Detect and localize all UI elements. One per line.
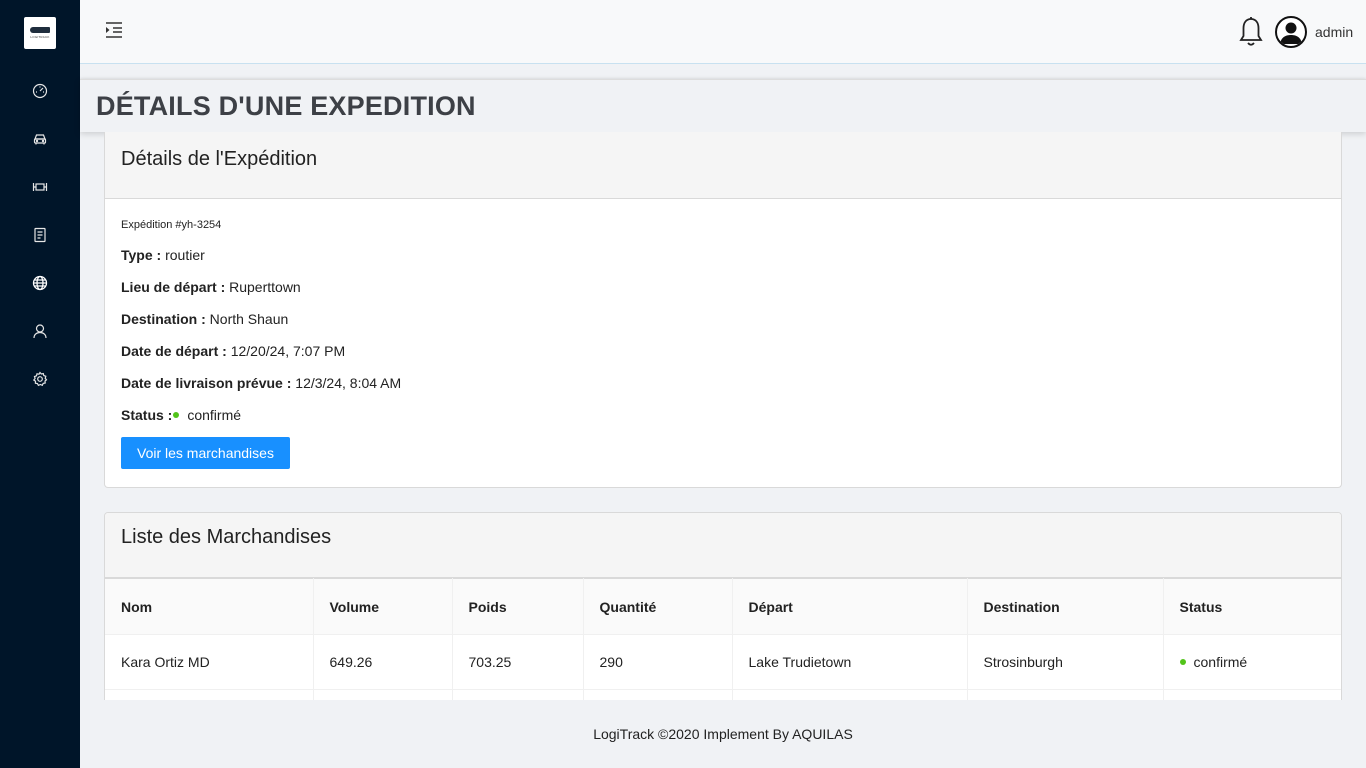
card-title: Liste des Marchandises xyxy=(121,526,332,548)
goods-table: Nom Volume Poids Quantité Départ Destina… xyxy=(105,578,1341,700)
column-header[interactable]: Poids xyxy=(452,578,584,635)
departure-date-label: Date de départ : xyxy=(121,343,227,359)
sidebar-item-expeditions[interactable] xyxy=(24,267,56,299)
delivery-date-label: Date de livraison prévue : xyxy=(121,375,292,391)
column-header[interactable]: Départ xyxy=(732,578,968,635)
type-label: Type : xyxy=(121,247,162,263)
user-avatar-icon xyxy=(1280,22,1302,44)
settings-icon xyxy=(32,371,48,387)
sidebar-item-containers[interactable] xyxy=(24,171,56,203)
table-cell-status: confirmé xyxy=(1163,634,1341,690)
sidebar-item-users[interactable] xyxy=(24,315,56,347)
sidebar-item-settings[interactable] xyxy=(24,363,56,395)
sidebar-item-vehicles[interactable] xyxy=(24,123,56,155)
table-cell: Kara Ortiz MD xyxy=(105,634,314,690)
goods-list-card: Liste des Marchandises Nom Volume Poids … xyxy=(104,512,1342,700)
container-icon xyxy=(32,183,48,191)
table-cell: 290 xyxy=(583,634,733,690)
type-field: Type : routier xyxy=(121,239,1325,271)
departure-label: Lieu de départ : xyxy=(121,279,226,295)
column-header[interactable]: Status xyxy=(1163,578,1341,635)
status-dot xyxy=(173,412,180,419)
status-label: Status : xyxy=(121,407,173,423)
table-row[interactable]: Kara Ortiz MD 649.26 703.25 290 Lake Tru… xyxy=(105,634,1341,690)
sidebar-item-documents[interactable] xyxy=(24,219,56,251)
card-header: Détails de l'Expédition xyxy=(105,132,1341,199)
table-cell: Strosinburgh xyxy=(967,634,1164,690)
table-cell: 649.26 xyxy=(313,634,453,690)
expedition-details-card: Détails de l'Expédition Expédition #yh-3… xyxy=(104,132,1342,488)
destination-label: Destination : xyxy=(121,311,206,327)
status-dot xyxy=(1179,659,1186,666)
menu-unfold-icon[interactable] xyxy=(104,20,124,40)
card-body: Expédition #yh-3254 Type : routier Lieu … xyxy=(105,199,1341,469)
destination-field: Destination : North Shaun xyxy=(121,303,1325,335)
footer-text: LogiTrack ©2020 Implement By AQUILAS xyxy=(593,726,853,742)
view-goods-button[interactable]: Voir les marchandises xyxy=(121,437,290,469)
globe-icon xyxy=(32,275,48,291)
app-logo[interactable]: LOGITRACK xyxy=(24,17,56,49)
departure-date-field: Date de départ : 12/20/24, 7:07 PM xyxy=(121,335,1325,367)
sidebar-item-dashboard[interactable] xyxy=(24,75,56,107)
table-cell: 703.25 xyxy=(452,634,584,690)
username-label[interactable]: admin xyxy=(1315,24,1353,40)
departure-date-value: 12/20/24, 7:07 PM xyxy=(230,343,346,359)
notification-bell-icon[interactable] xyxy=(1238,16,1264,48)
truck-icon xyxy=(30,27,50,33)
card-header: Liste des Marchandises xyxy=(105,513,1341,578)
type-value: routier xyxy=(165,247,205,263)
column-header[interactable]: Volume xyxy=(313,578,453,635)
avatar[interactable] xyxy=(1275,16,1307,48)
column-header[interactable]: Nom xyxy=(105,578,314,635)
dashboard-icon xyxy=(32,83,48,99)
column-header[interactable]: Quantité xyxy=(583,578,733,635)
expedition-id: Expédition #yh-3254 xyxy=(121,219,222,231)
column-header[interactable]: Destination xyxy=(967,578,1164,635)
status-value: confirmé xyxy=(187,407,242,423)
departure-field: Lieu de départ : Ruperttown xyxy=(121,271,1325,303)
delivery-date-field: Date de livraison prévue : 12/3/24, 8:04… xyxy=(121,367,1325,399)
destination-value: North Shaun xyxy=(209,311,289,327)
table-cell: Lake Trudietown xyxy=(732,634,968,690)
status-value: confirmé xyxy=(1193,654,1248,670)
departure-value: Ruperttown xyxy=(229,279,301,295)
document-icon xyxy=(34,227,46,243)
table-header-row: Nom Volume Poids Quantité Départ Destina… xyxy=(105,578,1341,635)
status-field: Status : confirmé xyxy=(121,399,1325,431)
footer: LogiTrack ©2020 Implement By AQUILAS xyxy=(80,700,1366,768)
card-title: Détails de l'Expédition xyxy=(121,148,318,170)
user-icon xyxy=(33,324,47,339)
table-row[interactable] xyxy=(105,689,1341,700)
delivery-date-value: 12/3/24, 8:04 AM xyxy=(295,375,402,391)
page-title-bar: DÉTAILS D'UNE EXPEDITION xyxy=(80,79,1366,132)
sidebar: LOGITRACK xyxy=(0,0,80,768)
top-header: admin xyxy=(80,0,1366,64)
logo-text: LOGITRACK xyxy=(30,35,50,39)
page-title: DÉTAILS D'UNE EXPEDITION xyxy=(96,91,476,121)
car-icon xyxy=(33,134,47,145)
